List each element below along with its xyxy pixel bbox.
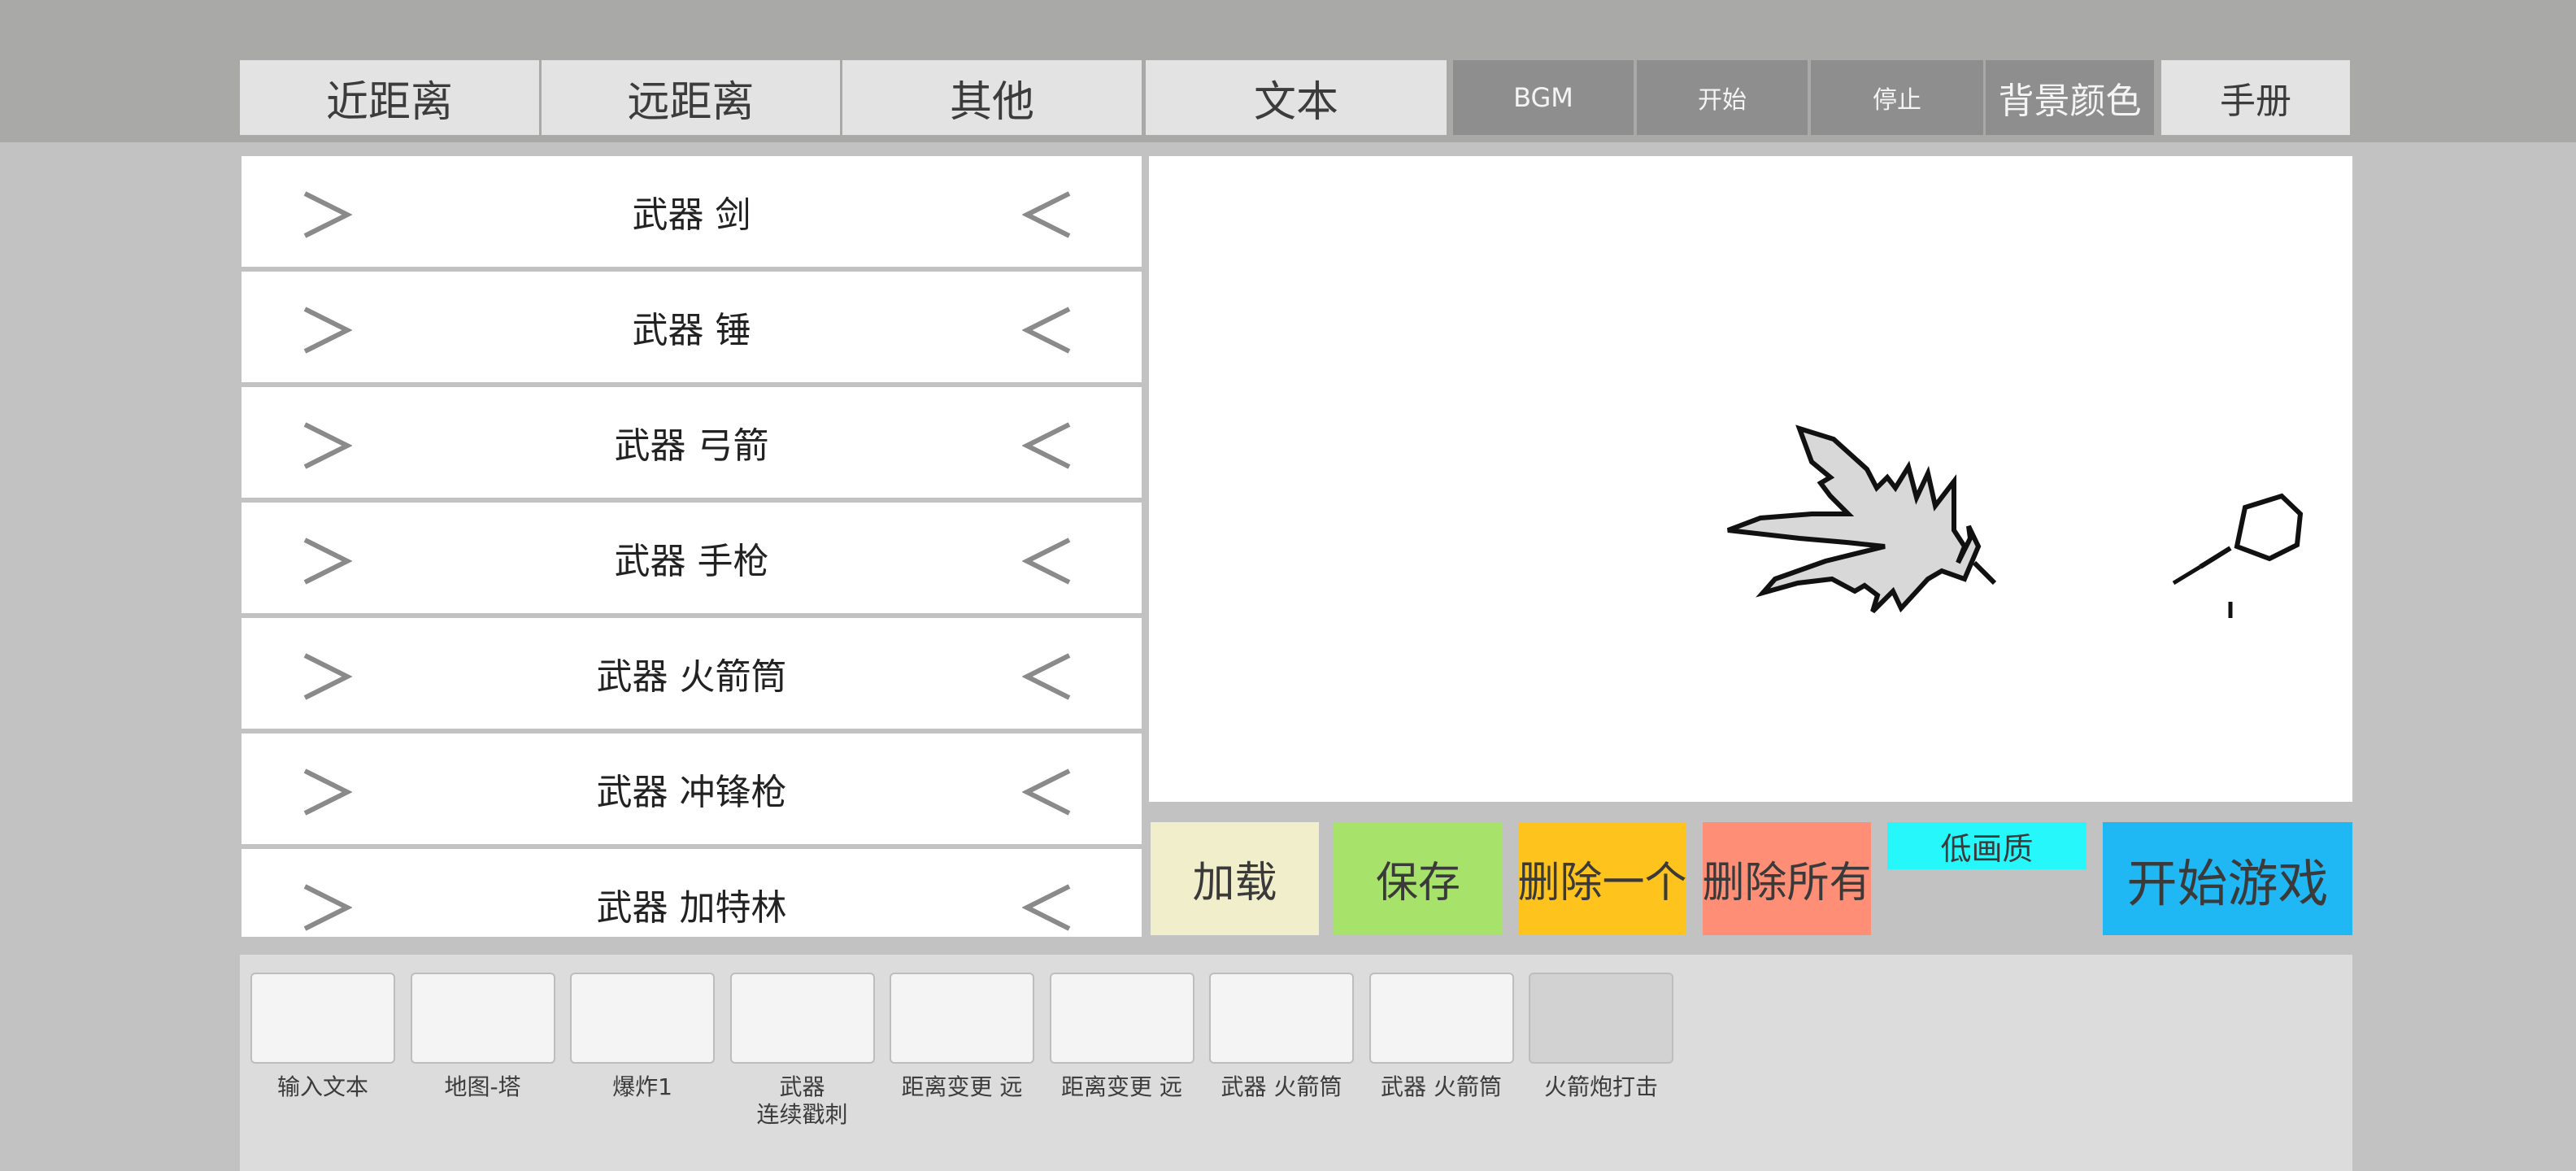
delete-all-button[interactable]: 删除所有: [1703, 822, 1872, 935]
chevron-left-icon[interactable]: [1021, 535, 1074, 587]
preview-canvas[interactable]: [1149, 156, 2352, 802]
delete-one-button[interactable]: 删除一个: [1518, 822, 1687, 935]
sequence-slot-label: 地图-塔: [444, 1073, 521, 1100]
weapon-list[interactable]: 武器 剑武器 锤武器 弓箭武器 手枪武器 火箭筒 武器 冲锋枪 武器 加特林: [242, 156, 1142, 937]
chevron-left-icon[interactable]: [1021, 766, 1074, 818]
save-button[interactable]: 保存: [1334, 822, 1503, 935]
sequence-slot[interactable]: [570, 973, 715, 1064]
chevron-left-icon[interactable]: [1021, 189, 1074, 241]
bg-color-button[interactable]: 背景颜色: [1986, 60, 2154, 135]
sequence-slot[interactable]: [1209, 973, 1354, 1064]
chevron-left-icon[interactable]: [1021, 420, 1074, 472]
tab-ranged[interactable]: 远距离: [542, 60, 840, 135]
sequence-slot-label: 武器 连续戳刺: [756, 1073, 848, 1128]
sequence-slot[interactable]: [410, 973, 555, 1064]
chevron-left-icon[interactable]: [1021, 882, 1074, 934]
bgm-stop-button[interactable]: 停止: [1811, 60, 1983, 135]
sequence-slot[interactable]: [250, 973, 395, 1064]
bgm-button[interactable]: BGM: [1453, 60, 1634, 135]
chevron-left-icon[interactable]: [1021, 304, 1074, 356]
low-quality-toggle[interactable]: 低画质: [1887, 822, 2086, 869]
weapon-label: 武器 剑: [632, 194, 751, 236]
tab-text[interactable]: 文本: [1146, 60, 1447, 135]
bgm-start-button[interactable]: 开始: [1637, 60, 1808, 135]
sequence-slot[interactable]: [729, 973, 875, 1064]
weapon-label: 武器 火箭筒: [596, 656, 787, 698]
weapon-list-item[interactable]: 武器 剑: [242, 156, 1142, 267]
weapon-list-item[interactable]: 武器 火箭筒: [242, 618, 1142, 729]
sequence-slot[interactable]: [1368, 973, 1514, 1064]
weapon-list-item[interactable]: 武器 锤: [242, 272, 1142, 382]
tab-melee[interactable]: 近距离: [240, 60, 539, 135]
weapon-list-item[interactable]: 武器 加特林: [242, 849, 1142, 937]
weapon-label: 武器 加特林: [596, 887, 787, 929]
manual-button[interactable]: 手册: [2161, 60, 2350, 135]
weapon-label: 武器 锤: [632, 310, 751, 351]
sequence-slot-label: 爆炸1: [612, 1073, 672, 1100]
start-game-button[interactable]: 开始游戏: [2103, 822, 2352, 935]
weapon-label: 武器 弓箭: [614, 425, 769, 467]
weapon-list-item[interactable]: 武器 冲锋枪: [242, 734, 1142, 844]
weapon-list-item[interactable]: 武器 手枪: [242, 503, 1142, 613]
sequence-slot-label: 火箭炮打击: [1543, 1073, 1658, 1100]
weapon-label: 武器 冲锋枪: [596, 772, 787, 813]
sequence-slot-label: 输入文本: [276, 1073, 368, 1100]
sequence-slot[interactable]: [1049, 973, 1194, 1064]
sequence-slot-label: 距离变更 远: [1061, 1073, 1182, 1100]
tab-other[interactable]: 其他: [842, 60, 1142, 135]
explosion-stickman-icon: [1726, 424, 2304, 618]
sequence-slot-label: 武器 火箭筒: [1221, 1073, 1342, 1100]
load-button[interactable]: 加载: [1151, 822, 1319, 935]
weapon-label: 武器 手枪: [614, 541, 769, 582]
sequence-slot[interactable]: [890, 973, 1034, 1064]
weapon-list-item[interactable]: 武器 弓箭: [242, 387, 1142, 498]
sequence-slot[interactable]: [1529, 973, 1673, 1064]
sequence-slot-label: 武器 火箭筒: [1381, 1073, 1502, 1100]
chevron-left-icon[interactable]: [1021, 651, 1074, 703]
sequence-slot-label: 距离变更 远: [901, 1073, 1023, 1100]
